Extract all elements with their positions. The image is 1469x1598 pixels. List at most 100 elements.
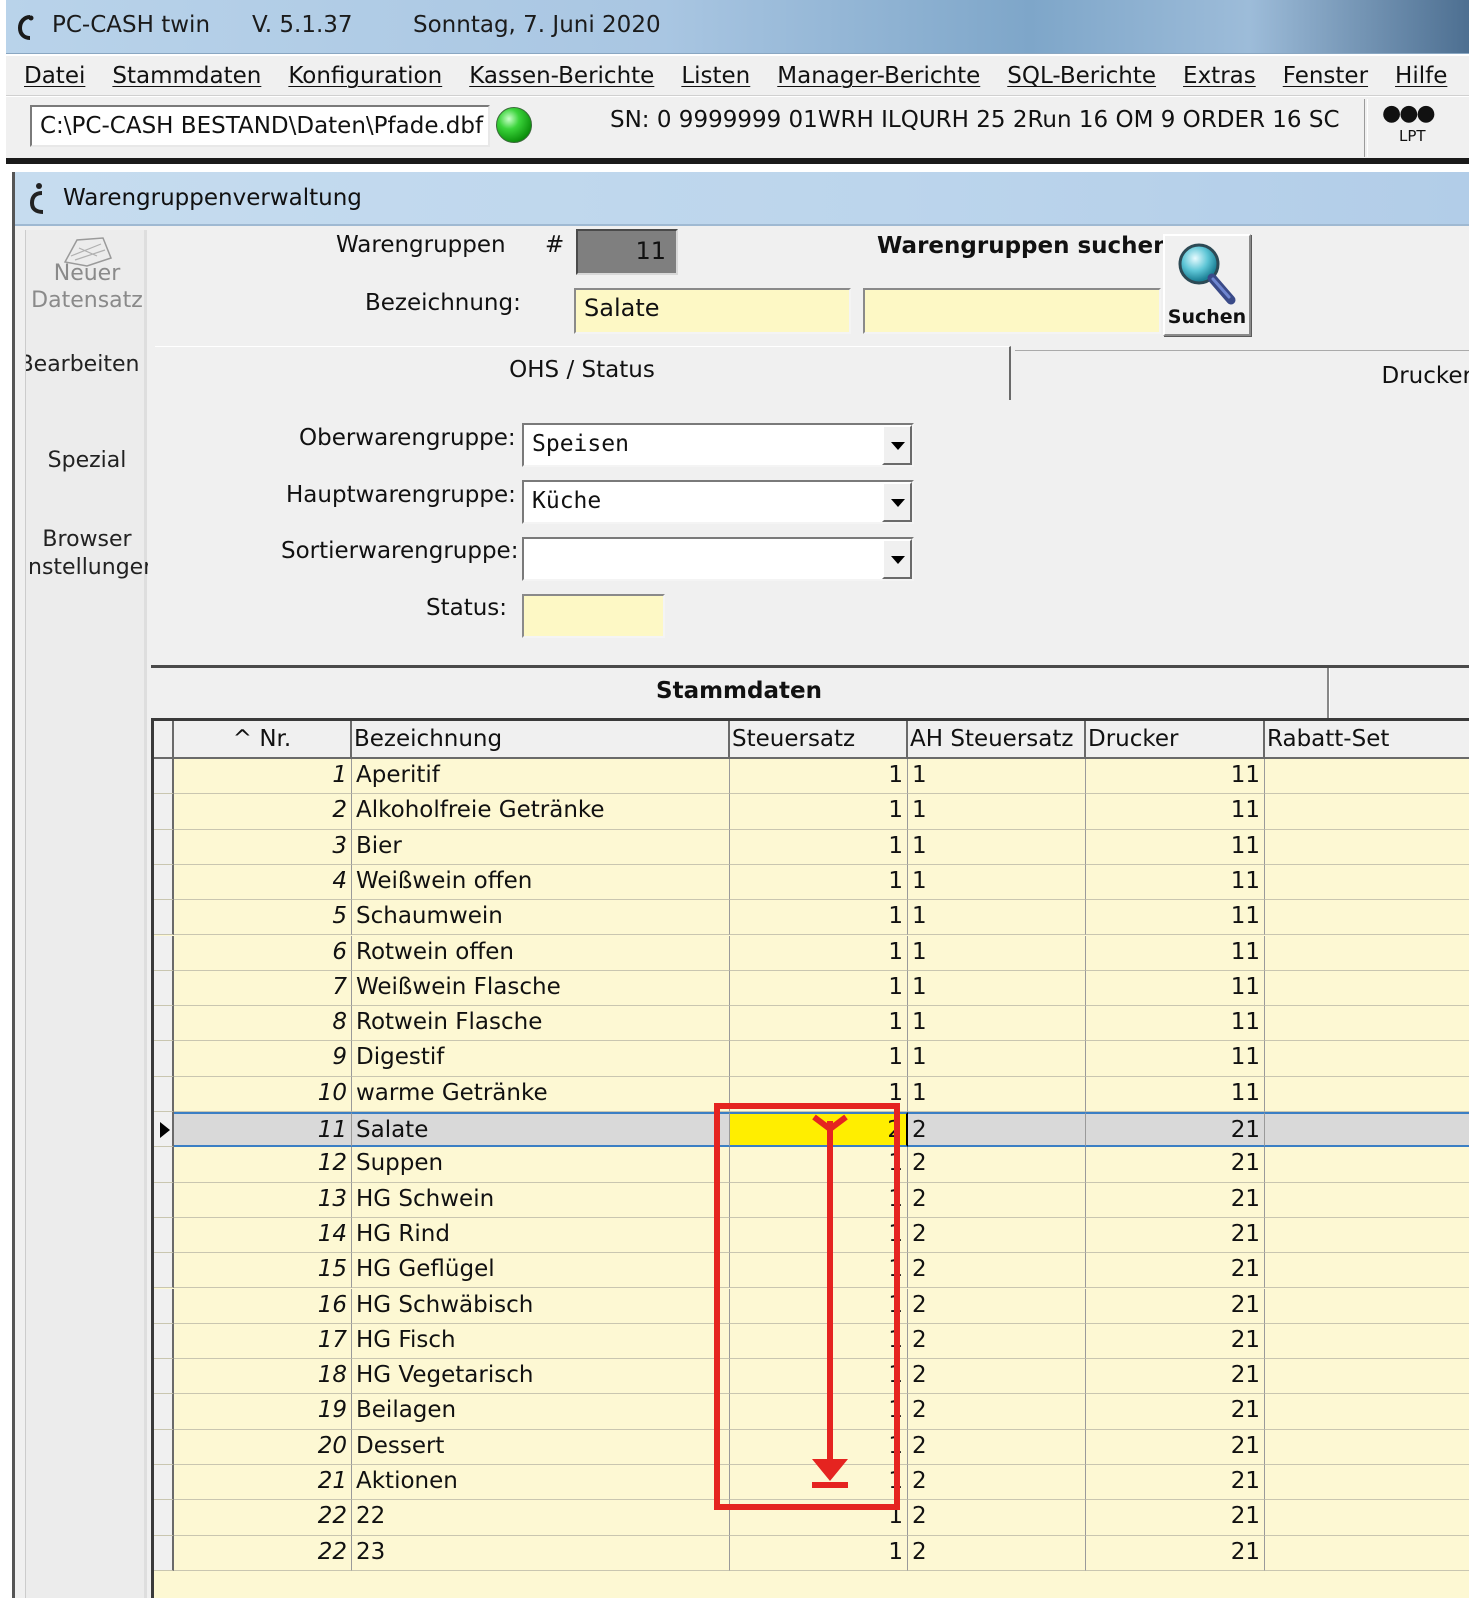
cell-drucker[interactable]: 11 bbox=[1086, 1041, 1265, 1077]
cell-ah[interactable]: 1 bbox=[908, 935, 1086, 971]
row-selector[interactable] bbox=[154, 1535, 174, 1571]
cell-rabatt[interactable] bbox=[1265, 1253, 1469, 1289]
cell-ah[interactable]: 2 bbox=[908, 1535, 1086, 1571]
cell-nr[interactable]: 1 bbox=[174, 759, 352, 795]
tab-ohs-status[interactable]: OHS / Status bbox=[155, 346, 1011, 400]
search-button[interactable]: Suchen bbox=[1163, 234, 1251, 336]
cell-drucker[interactable]: 21 bbox=[1086, 1429, 1265, 1465]
cell-drucker[interactable]: 21 bbox=[1086, 1394, 1265, 1430]
cell-name[interactable]: Beilagen bbox=[352, 1394, 730, 1430]
cell-drucker[interactable]: 11 bbox=[1086, 970, 1265, 1007]
cell-rabatt[interactable] bbox=[1265, 1465, 1469, 1501]
cell-steuer[interactable]: 1 bbox=[730, 1288, 908, 1324]
cell-name[interactable]: Aperitif bbox=[352, 759, 730, 795]
cell-steuer[interactable]: 1 bbox=[730, 1394, 908, 1430]
row-selector[interactable] bbox=[154, 1041, 174, 1077]
cell-steuer[interactable]: 1 bbox=[730, 864, 908, 901]
cell-steuer[interactable]: 1 bbox=[730, 900, 908, 936]
search-input[interactable] bbox=[863, 288, 1161, 334]
cell-steuer[interactable]: 1 bbox=[730, 759, 908, 795]
cell-ah[interactable]: 1 bbox=[908, 864, 1086, 901]
cell-steuer[interactable]: 1 bbox=[730, 1535, 908, 1571]
cell-rabatt[interactable] bbox=[1265, 1394, 1469, 1430]
cell-ah[interactable]: 2 bbox=[908, 1429, 1086, 1465]
cell-ah[interactable]: 2 bbox=[908, 1147, 1086, 1183]
cell-drucker[interactable]: 11 bbox=[1086, 794, 1265, 830]
cell-name[interactable]: Dessert bbox=[352, 1429, 730, 1465]
cell-name[interactable]: Weißwein offen bbox=[352, 864, 730, 901]
cell-steuer[interactable]: 1 bbox=[730, 1500, 908, 1536]
cell-drucker[interactable]: 21 bbox=[1086, 1288, 1265, 1324]
cell-ah[interactable]: 2 bbox=[908, 1323, 1086, 1360]
cell-nr[interactable]: 17 bbox=[174, 1323, 352, 1360]
cell-rabatt[interactable] bbox=[1265, 1289, 1469, 1324]
cell-rabatt[interactable] bbox=[1265, 1112, 1469, 1148]
cell-rabatt[interactable] bbox=[1265, 936, 1469, 971]
cell-steuer[interactable]: 1 bbox=[730, 794, 908, 830]
sortierwarengruppe-select[interactable] bbox=[522, 537, 914, 581]
cell-ah[interactable]: 2 bbox=[908, 1217, 1086, 1254]
row-selector[interactable] bbox=[154, 1429, 174, 1465]
cell-name[interactable]: HG Vegetarisch bbox=[352, 1359, 730, 1395]
cell-steuer[interactable]: 1 bbox=[730, 1182, 908, 1218]
cell-steuer[interactable]: 1 bbox=[730, 1076, 908, 1112]
cell-name[interactable]: Schaumwein bbox=[352, 900, 730, 936]
menu-item-9[interactable]: Hilfe bbox=[1395, 63, 1447, 89]
printer-status-icon[interactable]: ●●● bbox=[1382, 101, 1436, 126]
cell-name[interactable]: 23 bbox=[352, 1535, 730, 1571]
cell-ah[interactable]: 1 bbox=[908, 829, 1086, 865]
cell-steuer[interactable]: 1 bbox=[730, 1429, 908, 1465]
cell-drucker[interactable]: 11 bbox=[1086, 1006, 1265, 1042]
menu-item-2[interactable]: Konfiguration bbox=[288, 63, 442, 89]
cell-name[interactable]: HG Schwein bbox=[352, 1182, 730, 1218]
cell-rabatt[interactable] bbox=[1265, 900, 1469, 936]
cell-ah[interactable]: 2 bbox=[908, 1394, 1086, 1430]
description-input[interactable]: Salate bbox=[574, 288, 851, 334]
cell-steuer[interactable]: 1 bbox=[730, 1465, 908, 1501]
column-header-rabatt[interactable]: Rabatt-Set bbox=[1265, 721, 1469, 759]
cell-ah[interactable]: 2 bbox=[908, 1182, 1086, 1218]
cell-rabatt[interactable] bbox=[1265, 1430, 1469, 1465]
cell-drucker[interactable]: 21 bbox=[1086, 1182, 1265, 1218]
hauptwarengruppe-select[interactable]: Küche bbox=[522, 480, 914, 524]
row-selector[interactable] bbox=[154, 970, 174, 1007]
cell-rabatt[interactable] bbox=[1265, 1536, 1469, 1571]
cell-steuer[interactable]: 1 bbox=[730, 1147, 908, 1183]
cell-nr[interactable]: 10 bbox=[174, 1076, 352, 1112]
cell-ah[interactable]: 2 bbox=[908, 1500, 1086, 1536]
cell-name[interactable]: Suppen bbox=[352, 1147, 730, 1183]
row-selector[interactable] bbox=[154, 1182, 174, 1218]
cell-drucker[interactable]: 21 bbox=[1086, 1112, 1265, 1148]
cell-steuer[interactable]: 2 bbox=[730, 1112, 908, 1148]
cell-steuer[interactable]: 1 bbox=[730, 1006, 908, 1042]
cell-nr[interactable]: 14 bbox=[174, 1217, 352, 1254]
cell-drucker[interactable]: 21 bbox=[1086, 1323, 1265, 1360]
cell-nr[interactable]: 8 bbox=[174, 1006, 352, 1042]
row-selector[interactable] bbox=[154, 1147, 174, 1183]
cell-rabatt[interactable] bbox=[1265, 1041, 1469, 1077]
database-path-field[interactable]: C:\PC-CASH BESTAND\Daten\Pfade.dbf bbox=[30, 105, 490, 147]
cell-steuer[interactable]: 1 bbox=[730, 935, 908, 971]
cell-nr[interactable]: 18 bbox=[174, 1359, 352, 1395]
cell-ah[interactable]: 2 bbox=[908, 1359, 1086, 1395]
row-selector[interactable] bbox=[154, 1217, 174, 1254]
row-selector[interactable] bbox=[154, 1288, 174, 1324]
menu-item-1[interactable]: Stammdaten bbox=[112, 63, 261, 89]
cell-steuer[interactable]: 1 bbox=[730, 970, 908, 1007]
menu-item-0[interactable]: Datei bbox=[24, 63, 85, 89]
browser-settings-button[interactable]: Browser Einstellungen bbox=[26, 526, 148, 582]
cell-nr[interactable]: 16 bbox=[174, 1288, 352, 1324]
cell-steuer[interactable]: 1 bbox=[730, 1323, 908, 1360]
cell-name[interactable]: HG Geflügel bbox=[352, 1253, 730, 1289]
cell-drucker[interactable]: 21 bbox=[1086, 1253, 1265, 1289]
row-selector[interactable] bbox=[154, 864, 174, 901]
cell-nr[interactable]: 7 bbox=[174, 970, 352, 1007]
row-selector[interactable] bbox=[154, 900, 174, 936]
cell-drucker[interactable]: 11 bbox=[1086, 864, 1265, 901]
cell-nr[interactable]: 6 bbox=[174, 935, 352, 971]
cell-ah[interactable]: 1 bbox=[908, 1076, 1086, 1112]
column-header-ah[interactable]: AH Steuersatz bbox=[908, 721, 1086, 759]
warengruppen-grid[interactable]: ^ Nr. Bezeichnung Steuersatz AH Steuersatz D… bbox=[151, 718, 1469, 1598]
cell-name[interactable]: HG Schwäbisch bbox=[352, 1288, 730, 1324]
column-header-name[interactable]: Bezeichnung bbox=[352, 721, 730, 759]
